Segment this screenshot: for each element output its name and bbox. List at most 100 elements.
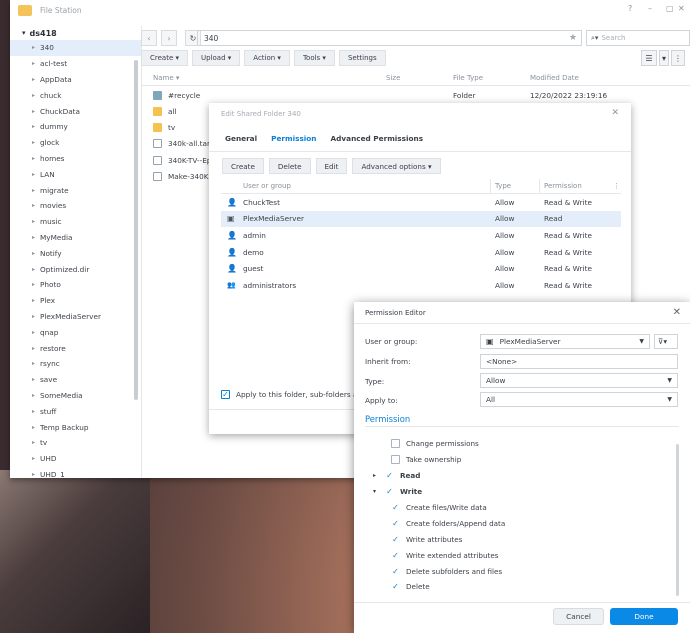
- expand-icon[interactable]: ▸: [32, 155, 40, 162]
- type-select[interactable]: Allow ▼: [480, 373, 678, 388]
- checkbox[interactable]: ✓: [391, 582, 400, 592]
- tree-item[interactable]: ▸ MyMedia: [10, 230, 141, 246]
- user-select[interactable]: ▣ PlexMediaServer ▼: [480, 334, 650, 349]
- expand-icon[interactable]: ▸: [32, 60, 40, 67]
- back-button[interactable]: ‹: [141, 30, 157, 46]
- expand-icon[interactable]: ▸: [32, 139, 40, 146]
- search-input[interactable]: ⌕▾ Search: [586, 30, 690, 46]
- star-icon[interactable]: ★: [569, 33, 577, 43]
- expand-icon[interactable]: ▸: [32, 44, 40, 51]
- permission-item[interactable]: ✓ Create folders/Append data: [365, 515, 679, 531]
- done-button[interactable]: Done: [610, 608, 678, 625]
- checkbox[interactable]: ✓: [391, 534, 400, 544]
- tab-general[interactable]: General: [225, 134, 257, 143]
- checkbox[interactable]: [391, 455, 400, 465]
- list-view-icon[interactable]: ☰: [641, 50, 657, 66]
- edit-button[interactable]: Edit: [315, 158, 348, 174]
- checkbox[interactable]: ✓: [391, 550, 400, 560]
- permission-item[interactable]: ✓ Delete: [365, 579, 679, 595]
- expand-icon[interactable]: ▸: [32, 424, 40, 431]
- tree-item[interactable]: ▸ homes: [10, 151, 141, 167]
- tree-item[interactable]: ▸ Photo: [10, 277, 141, 293]
- permission-item[interactable]: ✓ Write extended attributes: [365, 547, 679, 563]
- tree-item[interactable]: ▸ dummy: [10, 119, 141, 135]
- permission-row[interactable]: 👤 ChuckTest Allow Read & Write: [221, 194, 621, 211]
- col-permission[interactable]: Permission: [544, 182, 582, 190]
- maximize-icon[interactable]: ▢: [666, 4, 674, 13]
- tree-item[interactable]: ▸ qnap: [10, 324, 141, 340]
- close-icon[interactable]: ✕: [678, 4, 685, 13]
- expand-icon[interactable]: ▸: [32, 202, 40, 209]
- tools-button[interactable]: Tools ▾: [293, 50, 335, 66]
- permission-list-scrollbar[interactable]: [676, 444, 679, 596]
- expand-icon[interactable]: ▸: [32, 266, 40, 273]
- expand-icon[interactable]: ▸: [32, 313, 40, 320]
- checkbox[interactable]: ✓: [385, 471, 394, 481]
- expand-icon[interactable]: ▸: [32, 171, 40, 178]
- tree-item[interactable]: ▸ Notify: [10, 245, 141, 261]
- delete-button[interactable]: Delete: [268, 158, 311, 174]
- tree-item[interactable]: ▸ Plex: [10, 293, 141, 309]
- expand-icon[interactable]: ▸: [32, 329, 40, 336]
- tree-item[interactable]: ▸ AppData: [10, 72, 141, 88]
- expand-icon[interactable]: ▸: [32, 76, 40, 83]
- create-button[interactable]: Create: [222, 158, 264, 174]
- expand-icon[interactable]: ▸: [32, 123, 40, 130]
- tree-item[interactable]: ▸ PlexMediaServer: [10, 309, 141, 325]
- close-icon[interactable]: ✕: [611, 108, 619, 118]
- permission-item[interactable]: Change permissions: [365, 436, 679, 452]
- tree-item[interactable]: ▸ UHD: [10, 451, 141, 467]
- apply-subfolders-option[interactable]: ✓ Apply to this folder, sub-folders and: [221, 390, 367, 399]
- tree-item[interactable]: ▸ UHD_1: [10, 467, 141, 478]
- apply-select[interactable]: All ▼: [480, 392, 678, 407]
- tab-permission[interactable]: Permission: [271, 134, 316, 143]
- permission-row[interactable]: 👤 admin Allow Read & Write: [221, 227, 621, 244]
- col-type[interactable]: File Type: [453, 74, 483, 82]
- column-menu-icon[interactable]: ⋮: [613, 182, 620, 190]
- create-button[interactable]: Create ▾: [141, 50, 188, 66]
- permission-row[interactable]: ▣ PlexMediaServer Allow Read: [221, 210, 621, 228]
- expand-icon[interactable]: ▸: [32, 281, 40, 288]
- permission-item[interactable]: ▸ ✓ Read: [365, 468, 679, 484]
- cancel-button[interactable]: Cancel: [553, 608, 604, 625]
- tree-item[interactable]: ▸ rsync: [10, 356, 141, 372]
- permission-item[interactable]: ✓ Delete subfolders and files: [365, 563, 679, 579]
- expand-icon[interactable]: ▸: [32, 250, 40, 257]
- tree-item[interactable]: ▸ chuck: [10, 87, 141, 103]
- expand-icon[interactable]: ▸: [32, 345, 40, 352]
- tree-item[interactable]: ▸ Temp Backup: [10, 419, 141, 435]
- permission-row[interactable]: 👤 guest Allow Read & Write: [221, 260, 621, 277]
- expand-icon[interactable]: ▸: [32, 408, 40, 415]
- col-size[interactable]: Size: [386, 74, 400, 82]
- col-type[interactable]: Type: [495, 182, 511, 190]
- tree-item[interactable]: ▸ LAN: [10, 166, 141, 182]
- more-options-icon[interactable]: ⋮: [671, 50, 685, 66]
- checkbox[interactable]: ✓: [391, 518, 400, 528]
- tree-item[interactable]: ▸ stuff: [10, 403, 141, 419]
- expand-icon[interactable]: ▸: [32, 471, 40, 478]
- tree-item[interactable]: ▸ 340: [10, 40, 141, 56]
- tree-item[interactable]: ▸ migrate: [10, 182, 141, 198]
- expand-icon[interactable]: ▸: [32, 108, 40, 115]
- file-row[interactable]: #recycle Folder 12/20/2022 23:19:16: [141, 87, 690, 103]
- tree-item[interactable]: ▸ glock: [10, 135, 141, 151]
- upload-button[interactable]: Upload ▾: [192, 50, 241, 66]
- minimize-icon[interactable]: –: [648, 4, 652, 13]
- expand-icon[interactable]: ▸: [32, 297, 40, 304]
- tree-item[interactable]: ▸ SomeMedia: [10, 388, 141, 404]
- settings-button[interactable]: Settings: [338, 50, 386, 66]
- expand-icon[interactable]: ▸: [32, 187, 40, 194]
- expand-icon[interactable]: ▸: [373, 472, 376, 479]
- collapse-icon[interactable]: ▾: [373, 488, 376, 495]
- expand-icon[interactable]: ▸: [32, 392, 40, 399]
- tab-advanced-permissions[interactable]: Advanced Permissions: [331, 134, 424, 143]
- permission-item[interactable]: Take ownership: [365, 452, 679, 468]
- col-modified[interactable]: Modified Date: [530, 74, 579, 82]
- advanced-options-button[interactable]: Advanced options ▾: [352, 158, 441, 174]
- checkbox[interactable]: ✓: [385, 487, 394, 497]
- filter-button[interactable]: ⊽▾: [654, 334, 678, 349]
- tree-root[interactable]: ▾ ds418: [10, 26, 141, 40]
- forward-button[interactable]: ›: [161, 30, 177, 46]
- checkbox[interactable]: [391, 439, 400, 449]
- help-icon[interactable]: ?: [628, 4, 632, 13]
